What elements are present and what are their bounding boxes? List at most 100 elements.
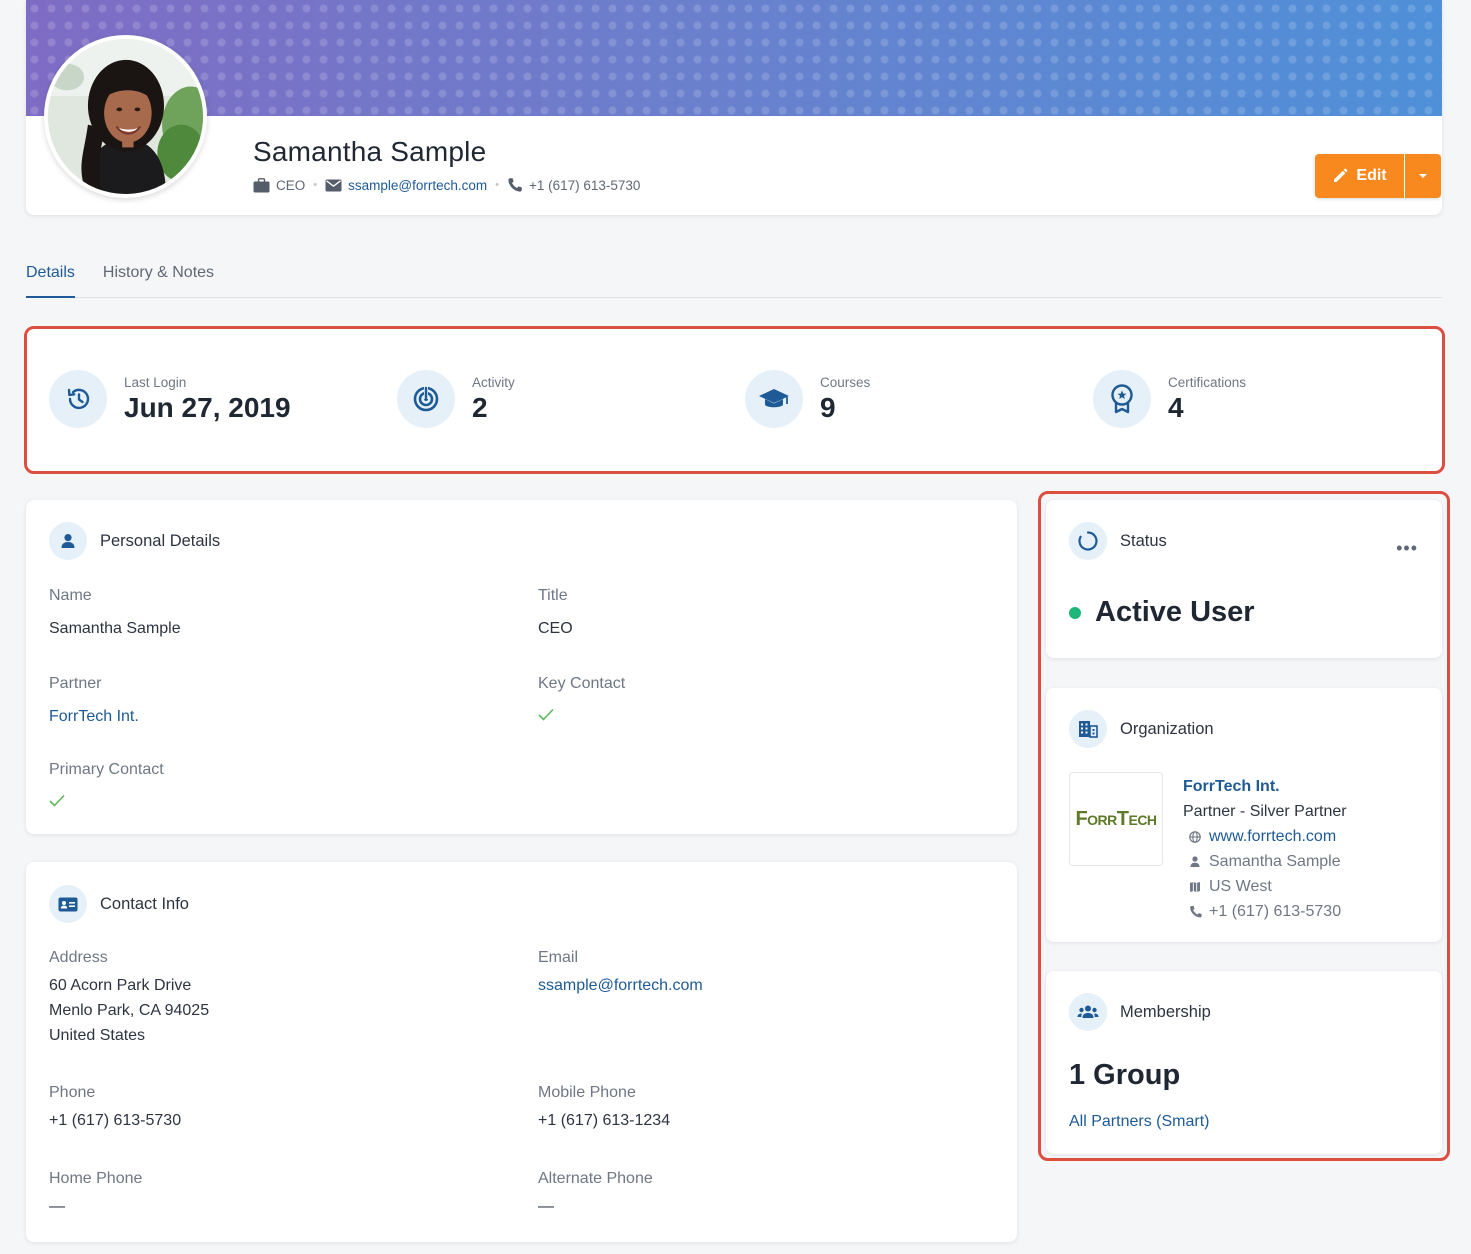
checkmark-icon	[538, 704, 625, 729]
stats-card: Last Login Jun 27, 2019 Activity 2 Cours…	[26, 328, 1442, 472]
stat-label: Activity	[472, 375, 515, 390]
stat-label: Certifications	[1168, 375, 1247, 390]
card-title: Status	[1120, 531, 1167, 550]
profile-banner	[26, 0, 1442, 116]
phone-icon	[508, 178, 522, 192]
status-card: Status ••• Active User	[1046, 500, 1442, 658]
field-value: —	[538, 1198, 554, 1215]
field-label: Name	[49, 587, 92, 604]
card-header: Membership	[1069, 993, 1211, 1031]
contact-info-card: Contact Info Address 60 Acorn Park Drive…	[26, 862, 1017, 1242]
field-label: Phone	[49, 1084, 96, 1101]
card-header: Status	[1069, 522, 1167, 560]
tab-history-notes[interactable]: History & Notes	[103, 250, 214, 298]
field-label: Alternate Phone	[538, 1170, 653, 1187]
stat-activity: Activity 2	[397, 370, 515, 428]
tab-bar: Details History & Notes	[26, 250, 1442, 298]
field-value: Samantha Sample	[49, 620, 181, 637]
edit-button[interactable]: Edit	[1315, 154, 1404, 198]
organization-logo: ForrTech	[1069, 772, 1163, 866]
card-header: Personal Details	[49, 522, 220, 560]
profile-email[interactable]: ssample@forrtech.com	[325, 178, 487, 193]
logo-text: ForrTech	[1075, 807, 1157, 830]
profile-name: Samantha Sample	[253, 136, 487, 167]
organization-info: ForrTech Int. Partner - Silver Partner w…	[1183, 774, 1347, 924]
avatar-photo	[48, 39, 203, 194]
group-link[interactable]: All Partners (Smart)	[1069, 1113, 1209, 1131]
profile-header: Samantha Sample CEO • ssample@forrtech.c…	[26, 0, 1442, 215]
edit-button-label: Edit	[1356, 167, 1387, 184]
stat-value: 2	[472, 392, 488, 423]
partner-link[interactable]: ForrTech Int.	[49, 704, 139, 729]
graduation-cap-icon	[745, 370, 803, 428]
card-header: Contact Info	[49, 885, 189, 923]
stat-value: 4	[1168, 392, 1184, 423]
caret-down-icon	[1419, 174, 1427, 178]
edit-button-group: Edit	[1315, 154, 1441, 198]
field-label: Address	[49, 949, 108, 966]
field-label: Partner	[49, 675, 102, 692]
organization-region: US West	[1183, 874, 1347, 899]
pencil-icon	[1334, 168, 1348, 182]
envelope-icon	[325, 179, 342, 191]
profile-meta: CEO • ssample@forrtech.com • +1 (617) 61…	[253, 177, 640, 193]
status-dot-icon	[1069, 606, 1081, 619]
organization-phone: +1 (617) 613-5730	[1183, 899, 1347, 924]
field-mobile-phone: Mobile Phone +1 (617) 613-1234	[538, 1084, 670, 1133]
card-title: Personal Details	[100, 531, 221, 550]
more-options-icon[interactable]: •••	[1396, 538, 1418, 559]
users-group-icon	[1069, 993, 1107, 1031]
organization-website[interactable]: www.forrtech.com	[1183, 824, 1347, 849]
profile-phone: +1 (617) 613-5730	[507, 177, 640, 193]
group-count: 1 Group	[1069, 1059, 1181, 1091]
separator-dot: •	[495, 179, 499, 191]
membership-card: Membership 1 Group All Partners (Smart)	[1046, 971, 1442, 1154]
stat-value: 9	[820, 392, 836, 423]
profile-phone-text: +1 (617) 613-5730	[528, 177, 641, 193]
field-partner: Partner ForrTech Int.	[49, 675, 139, 729]
website-link[interactable]: www.forrtech.com	[1209, 824, 1336, 849]
address-line: United States	[49, 1027, 146, 1044]
status-value: Active User	[1069, 596, 1255, 629]
globe-icon	[1189, 830, 1201, 843]
edit-dropdown-toggle[interactable]	[1404, 154, 1441, 198]
address-block: 60 Acorn Park Drive Menlo Park, CA 94025…	[49, 973, 209, 1048]
card-title: Organization	[1120, 719, 1214, 738]
card-header: Organization	[1069, 710, 1214, 748]
user-icon	[1190, 855, 1200, 867]
avatar	[44, 35, 207, 198]
field-name: Name Samantha Sample	[49, 587, 181, 641]
map-icon	[1190, 881, 1200, 892]
field-label: Title	[538, 587, 568, 604]
history-icon	[49, 370, 107, 428]
stat-courses: Courses 9	[745, 370, 870, 428]
field-value: CEO	[538, 620, 573, 637]
region-text: US West	[1209, 878, 1272, 895]
separator-dot: •	[313, 179, 318, 191]
field-home-phone: Home Phone —	[49, 1170, 142, 1219]
id-card-icon	[49, 885, 87, 923]
organization-name-link[interactable]: ForrTech Int.	[1183, 774, 1347, 799]
field-title: Title CEO	[538, 587, 573, 641]
field-phone: Phone +1 (617) 613-5730	[49, 1084, 181, 1133]
profile-title: CEO	[253, 178, 305, 193]
award-icon	[1093, 370, 1151, 428]
organization-contact: Samantha Sample	[1183, 849, 1347, 874]
profile-title-text: CEO	[276, 177, 306, 193]
checkmark-icon	[49, 790, 164, 815]
address-line: Menlo Park, CA 94025	[49, 1002, 210, 1019]
field-value: +1 (617) 613-5730	[49, 1112, 182, 1129]
phone-icon	[1190, 905, 1202, 917]
organization-type: Partner - Silver Partner	[1183, 803, 1347, 820]
field-label: Email	[538, 949, 579, 966]
field-alternate-phone: Alternate Phone —	[538, 1170, 653, 1219]
address-line: 60 Acorn Park Drive	[49, 977, 192, 994]
organization-card: Organization ForrTech ForrTech Int. Part…	[1046, 688, 1442, 942]
field-key-contact: Key Contact	[538, 675, 625, 729]
field-primary-contact: Primary Contact	[49, 761, 164, 815]
field-label: Key Contact	[538, 675, 626, 692]
stat-label: Last Login	[124, 375, 187, 390]
profile-email-link[interactable]: ssample@forrtech.com	[348, 178, 487, 193]
email-link[interactable]: ssample@forrtech.com	[538, 973, 703, 998]
tab-details[interactable]: Details	[26, 250, 75, 298]
